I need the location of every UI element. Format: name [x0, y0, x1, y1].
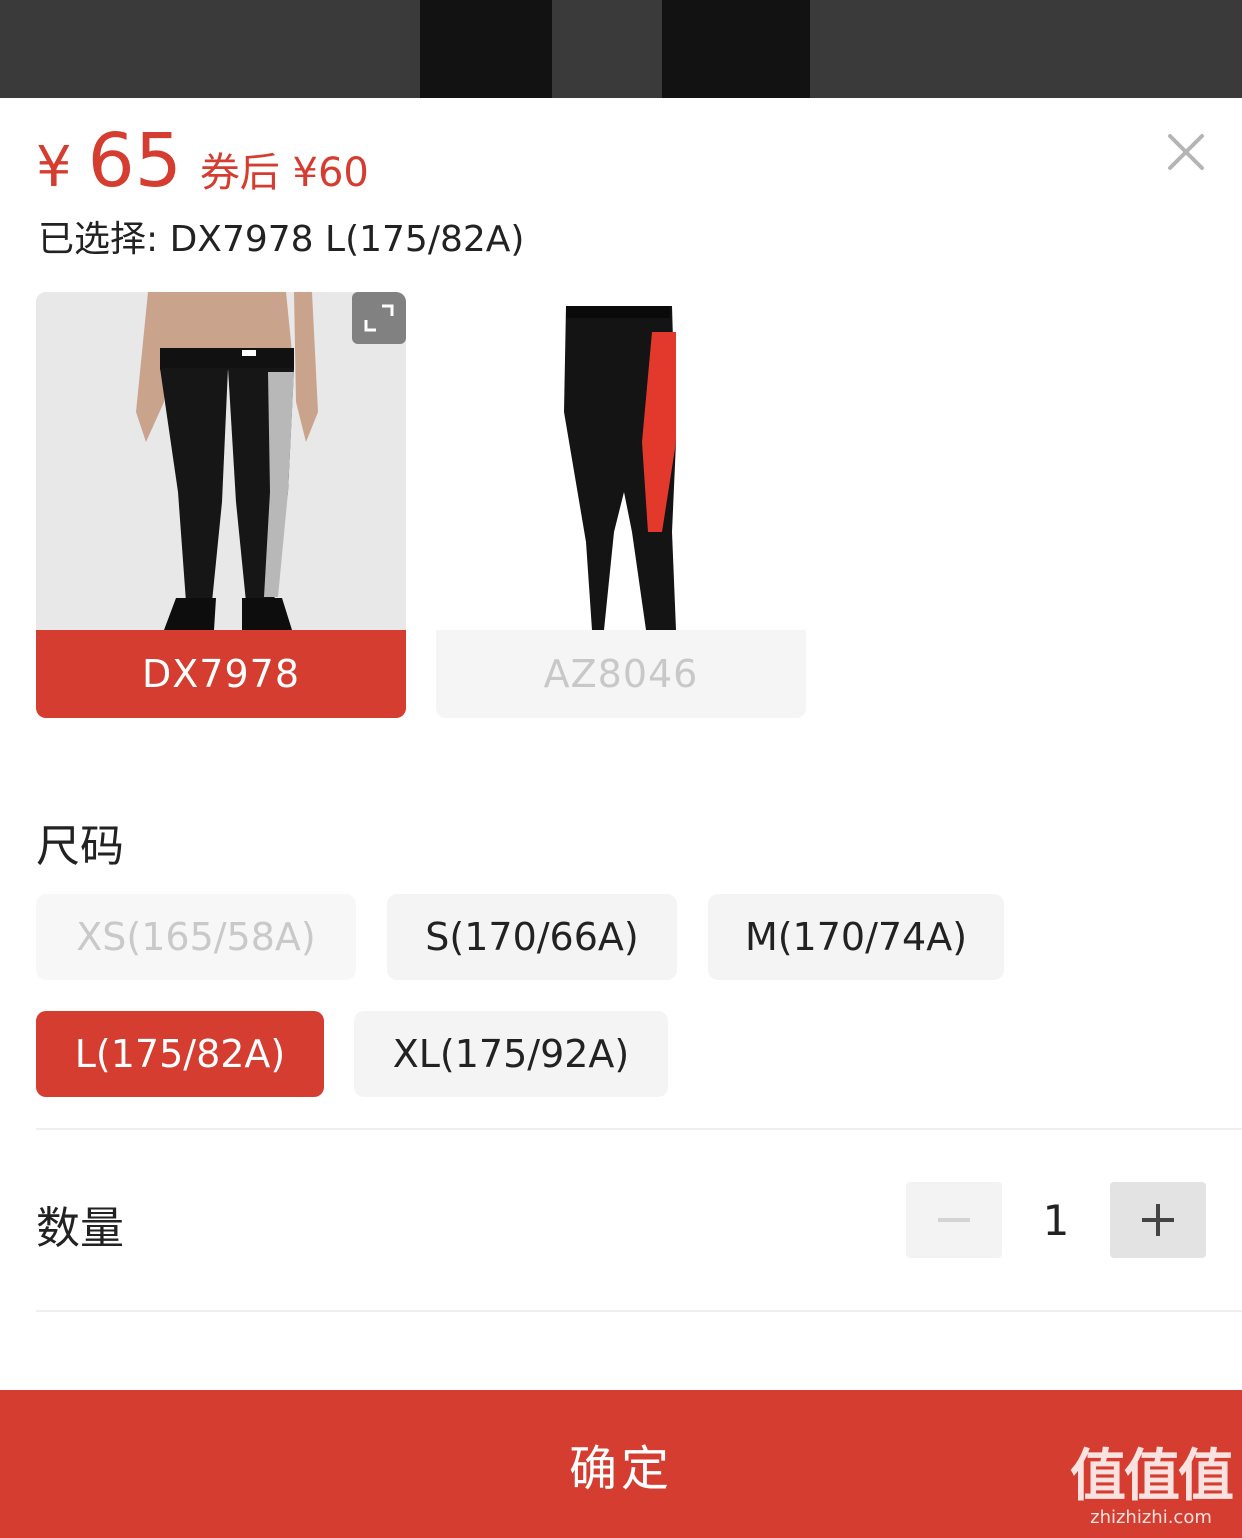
- variant-card-az8046[interactable]: AZ8046: [436, 292, 806, 718]
- quantity-label: 数量: [36, 1203, 124, 1254]
- variant-image-az8046: [436, 292, 806, 630]
- size-section-title: 尺码: [36, 821, 124, 872]
- plus-icon: [1142, 1204, 1174, 1236]
- size-option-m[interactable]: M(170/74A): [708, 894, 1004, 980]
- size-option-xs[interactable]: XS(165/58A): [36, 894, 356, 980]
- expand-image-button[interactable]: [352, 292, 406, 344]
- close-button[interactable]: [1162, 128, 1210, 176]
- divider: [36, 1128, 1242, 1130]
- divider: [36, 1310, 1242, 1312]
- size-option-xl[interactable]: XL(175/92A): [354, 1011, 668, 1097]
- backdrop-model-legs: [420, 0, 810, 98]
- price-row: ¥ 65 券后 ¥60: [36, 118, 369, 204]
- sku-selector-sheet: ¥ 65 券后 ¥60 已选择: DX7978 L(175/82A) DX797…: [0, 98, 1242, 1538]
- size-option-l[interactable]: L(175/82A): [36, 1011, 324, 1097]
- confirm-label: 确定: [568, 1441, 673, 1497]
- selected-summary: 已选择: DX7978 L(175/82A): [38, 219, 525, 260]
- variant-image-dx7978: [36, 292, 406, 630]
- watermark-logo: 值值值: [1070, 1444, 1234, 1509]
- currency-symbol: ¥: [36, 135, 72, 200]
- quantity-increase-button[interactable]: [1110, 1182, 1206, 1258]
- quantity-decrease-button[interactable]: [906, 1182, 1002, 1258]
- watermark-url: zhizhizhi.com: [1090, 1507, 1212, 1528]
- variant-card-dx7978[interactable]: DX7978: [36, 292, 406, 718]
- size-option-s[interactable]: S(170/66A): [387, 894, 677, 980]
- expand-icon: [364, 304, 394, 332]
- minus-icon: [938, 1218, 970, 1222]
- quantity-value[interactable]: 1: [1006, 1182, 1106, 1258]
- close-icon: [1168, 134, 1204, 170]
- coupon-price: 券后 ¥60: [199, 150, 369, 196]
- site-watermark: 值值值 zhizhizhi.com: [1070, 1444, 1234, 1529]
- confirm-button[interactable]: 确定: [0, 1390, 1242, 1538]
- price-value: 65: [87, 118, 182, 204]
- variant-label: DX7978: [36, 630, 406, 718]
- variant-label: AZ8046: [436, 630, 806, 718]
- product-photo-backdrop: [0, 0, 1242, 98]
